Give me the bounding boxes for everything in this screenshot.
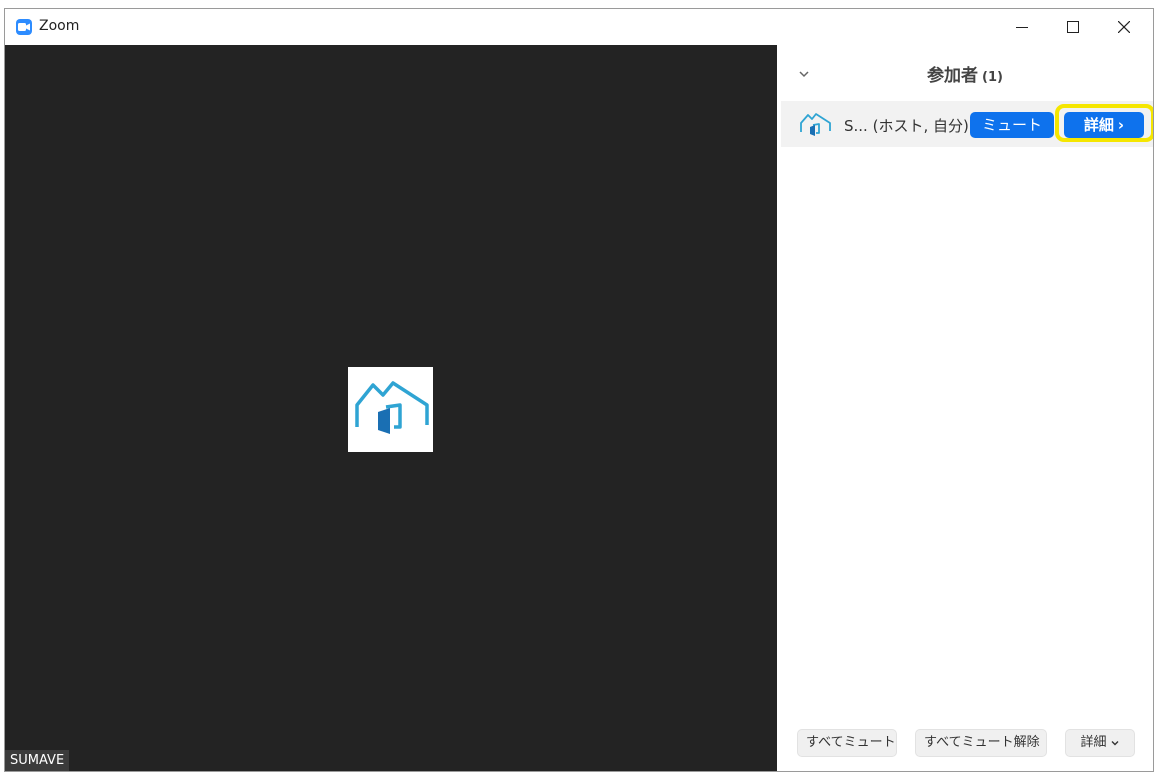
close-button[interactable] — [1101, 9, 1147, 45]
panel-title: 参加者 (1) — [777, 61, 1153, 86]
participant-row[interactable]: S... (ホスト, 自分) ミュート 詳細 › — [781, 101, 1153, 147]
zoom-window: Zoom SUMAVE 参加者 (1) S... (ホスト, 自分) ミュート … — [4, 8, 1154, 772]
minimize-icon — [1016, 27, 1028, 28]
house-logo-icon — [355, 381, 429, 434]
participant-name: S... (ホスト, 自分) — [844, 117, 969, 135]
participant-name-tag: SUMAVE — [5, 750, 70, 771]
panel-footer: すべてミュート すべてミュート解除 詳細 — [777, 729, 1153, 759]
maximize-icon — [1067, 21, 1079, 33]
title-bar: Zoom — [5, 9, 1153, 45]
participant-more-button[interactable]: 詳細 › — [1064, 112, 1144, 138]
participant-more-label: 詳細 — [1083, 116, 1114, 134]
footer-more-label: 詳細 — [1080, 735, 1107, 750]
mute-all-button[interactable]: すべてミュート — [797, 729, 897, 757]
maximize-button[interactable] — [1050, 9, 1096, 45]
window-title: Zoom — [39, 18, 80, 34]
mute-button[interactable]: ミュート — [970, 112, 1054, 138]
house-logo-icon — [800, 113, 831, 136]
unmute-all-button[interactable]: すべてミュート解除 — [915, 729, 1047, 757]
participant-count: (1) — [982, 70, 1003, 85]
close-icon — [1118, 21, 1130, 33]
chevron-down-icon — [1111, 740, 1118, 745]
participants-panel: 参加者 (1) S... (ホスト, 自分) ミュート 詳細 › すべてミュート す… — [777, 45, 1153, 771]
footer-more-button[interactable]: 詳細 — [1065, 729, 1135, 757]
panel-title-label: 参加者 — [927, 66, 979, 86]
video-area: SUMAVE — [5, 45, 777, 771]
participant-list-avatar — [797, 110, 833, 138]
minimize-button[interactable] — [999, 9, 1045, 45]
zoom-camera-icon — [16, 19, 32, 35]
chevron-right-icon: › — [1117, 116, 1125, 134]
participant-avatar — [348, 367, 433, 452]
